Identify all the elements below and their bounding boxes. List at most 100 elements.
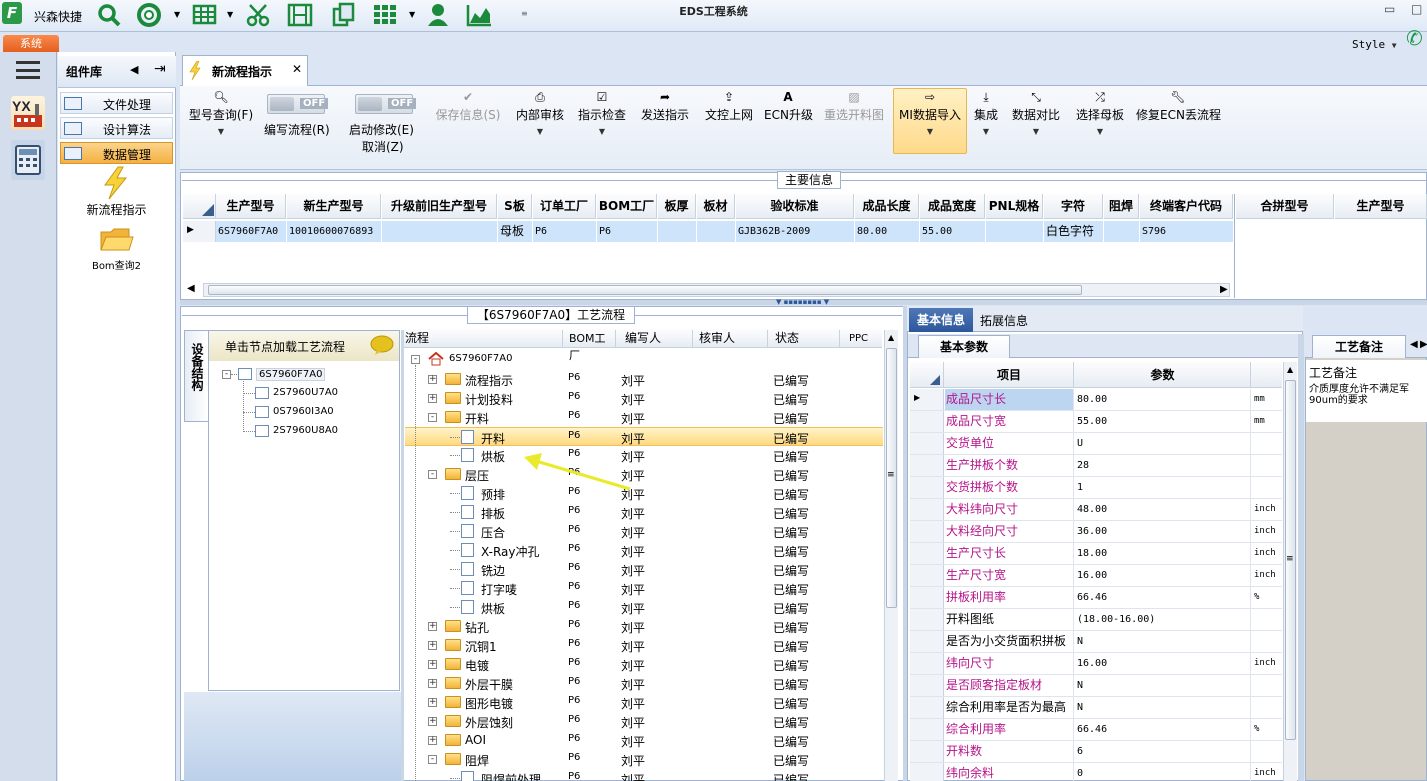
param-value[interactable]: 1: [1075, 477, 1251, 498]
param-value[interactable]: N: [1075, 675, 1251, 696]
internal-review-button[interactable]: ⎙ 内部审核 ▼: [512, 90, 568, 137]
main-col-header[interactable]: 阻焊: [1104, 194, 1139, 219]
main-cell[interactable]: [382, 221, 497, 242]
tab-scroll-left-icon[interactable]: ◀: [1410, 339, 1418, 350]
flow-tree-row[interactable]: 打字唛 P6 刘平 已编写: [405, 579, 883, 598]
main-col-header[interactable]: 成品宽度: [920, 194, 985, 219]
flow-tree-row[interactable]: 排板 P6 刘平 已编写: [405, 503, 883, 522]
production-model-header-right[interactable]: 生产型号: [1335, 194, 1427, 219]
calculator-icon[interactable]: [11, 140, 45, 180]
param-value[interactable]: 6: [1075, 741, 1251, 762]
expand-icon[interactable]: +: [428, 641, 437, 650]
flow-tree-row[interactable]: 预排 P6 刘平 已编写: [405, 484, 883, 503]
main-cell[interactable]: 6S7960F7A0: [216, 221, 286, 242]
param-row[interactable]: 生产尺寸宽 16.00 inch: [910, 565, 1282, 587]
mi-data-import-button[interactable]: ⇨ MI数据导入 ▼: [895, 90, 965, 137]
vertical-scrollbar[interactable]: ▲ ≡: [1283, 362, 1297, 781]
param-value[interactable]: 0: [1075, 763, 1251, 781]
param-row[interactable]: 综合利用率 66.46%: [910, 719, 1282, 741]
close-icon[interactable]: ✕: [292, 62, 302, 76]
flow-col-header[interactable]: 流程: [405, 330, 563, 347]
flow-tree-root[interactable]: 6S7960F7A0: [449, 353, 512, 364]
tab-extended-info[interactable]: 拓展信息: [980, 312, 1028, 329]
item-col-header[interactable]: 项目: [945, 362, 1074, 388]
bom-col-header[interactable]: BOM工厂: [564, 330, 616, 362]
param-value[interactable]: U: [1075, 433, 1251, 454]
param-row[interactable]: 是否顾客指定板材 N: [910, 675, 1282, 697]
main-cell[interactable]: 55.00: [920, 221, 985, 242]
collapse-icon[interactable]: -: [428, 755, 437, 764]
param-value[interactable]: 48.00: [1075, 499, 1251, 520]
main-cell[interactable]: S796: [1140, 221, 1233, 242]
device-tree-root[interactable]: 6S7960F7A0: [256, 368, 326, 381]
expand-icon[interactable]: +: [428, 698, 437, 707]
remark-text[interactable]: 介质厚度允许不满足军 90um的要求: [1306, 382, 1427, 422]
param-row[interactable]: 拼板利用率 66.46%: [910, 587, 1282, 609]
fix-ecn-flow-button[interactable]: 🔧︎ 修复ECN丢流程: [1136, 90, 1221, 123]
model-query-button[interactable]: 🔍︎ 型号查询(F) ▼: [186, 90, 256, 137]
collapse-icon[interactable]: -: [222, 370, 231, 379]
system-tab[interactable]: 系统: [3, 35, 59, 52]
scroll-thumb[interactable]: [208, 285, 1082, 295]
param-value[interactable]: 16.00: [1075, 653, 1251, 674]
vertical-scrollbar[interactable]: ▲ ≡: [884, 330, 898, 781]
select-mother-board-button[interactable]: ⤮ 选择母板 ▼: [1073, 90, 1127, 137]
scroll-up-icon[interactable]: ▲: [888, 333, 894, 342]
param-row[interactable]: 开料数 6: [910, 741, 1282, 763]
param-row[interactable]: 成品尺寸宽 55.00 mm: [910, 411, 1282, 433]
shortcut-new-flow[interactable]: 新流程指示: [60, 201, 173, 218]
speech-bubble-icon[interactable]: [369, 335, 395, 355]
collapse-left-icon[interactable]: ◀: [130, 63, 138, 76]
splitter[interactable]: [401, 330, 404, 781]
main-col-header[interactable]: 字符: [1044, 194, 1103, 219]
lib-item-file-processing[interactable]: 文件处理: [60, 92, 173, 114]
main-cell[interactable]: 白色字符: [1044, 221, 1103, 242]
flow-tree-row[interactable]: + 钻孔 P6 刘平 已编写: [405, 617, 883, 636]
param-row[interactable]: 综合利用率是否为最高 N: [910, 697, 1282, 719]
flow-tree-row[interactable]: 铣边 P6 刘平 已编写: [405, 560, 883, 579]
writer-col-header[interactable]: 编写人: [617, 330, 693, 347]
doc-control-upload-button[interactable]: ⇪ 文控上网: [701, 90, 757, 123]
yx-factory-icon[interactable]: YX: [11, 96, 45, 130]
flow-tree-row[interactable]: 阻焊前处理 P6 刘平 已编写: [405, 769, 883, 781]
flow-tree-row[interactable]: - 阻焊 P6 刘平 已编写: [405, 750, 883, 769]
scroll-up-icon[interactable]: ▲: [1287, 365, 1293, 374]
main-col-header[interactable]: 验收标准: [736, 194, 854, 219]
collapse-icon[interactable]: -: [411, 355, 420, 364]
minimize-icon[interactable]: ▭: [1384, 2, 1395, 16]
status-col-header[interactable]: 状态: [769, 330, 840, 347]
param-value[interactable]: 18.00: [1075, 543, 1251, 564]
ppc-col-header[interactable]: PPC: [841, 330, 882, 347]
param-row[interactable]: 生产尺寸长 18.00 inch: [910, 543, 1282, 565]
main-cell[interactable]: 母板: [498, 221, 532, 242]
reviewer-col-header[interactable]: 核审人: [694, 330, 768, 347]
param-value[interactable]: 28: [1075, 455, 1251, 476]
ecn-upgrade-button[interactable]: A ECN升级: [764, 90, 813, 123]
flow-tree-row[interactable]: X-Ray冲孔 P6 刘平 已编写: [405, 541, 883, 560]
lightning-icon[interactable]: [96, 166, 136, 200]
menu-icon[interactable]: [16, 61, 40, 79]
flow-tree-row[interactable]: + 计划投料 P6 刘平 已编写: [405, 389, 883, 408]
main-col-header[interactable]: 升级前旧生产型号: [382, 194, 497, 219]
expand-icon[interactable]: +: [428, 394, 437, 403]
param-value[interactable]: 36.00: [1075, 521, 1251, 542]
param-value[interactable]: N: [1075, 697, 1251, 718]
expand-icon[interactable]: +: [428, 736, 437, 745]
expand-icon[interactable]: +: [428, 717, 437, 726]
reselect-cut-drawing-button[interactable]: ▨ 重选开料图: [822, 90, 886, 123]
flow-tree-row[interactable]: + AOI P6 刘平 已编写: [405, 731, 883, 750]
param-row[interactable]: 生产拼板个数 28: [910, 455, 1282, 477]
flow-tree-row[interactable]: + 流程指示 P6 刘平 已编写: [405, 370, 883, 389]
tab-basic-info[interactable]: 基本信息: [909, 308, 973, 332]
lib-item-design-algorithm[interactable]: 设计算法: [60, 117, 173, 139]
param-value[interactable]: (18.00-16.00): [1075, 609, 1251, 630]
expand-icon[interactable]: +: [428, 375, 437, 384]
expand-icon[interactable]: +: [428, 660, 437, 669]
splitter[interactable]: [1298, 334, 1304, 781]
flow-tree-row[interactable]: -层压P6刘平已编写: [405, 465, 883, 484]
param-value[interactable]: 80.00: [1075, 389, 1251, 410]
param-value[interactable]: 55.00: [1075, 411, 1251, 432]
expand-icon[interactable]: +: [428, 679, 437, 688]
expand-icon[interactable]: +: [428, 622, 437, 631]
main-col-header[interactable]: 新生产型号: [287, 194, 381, 219]
